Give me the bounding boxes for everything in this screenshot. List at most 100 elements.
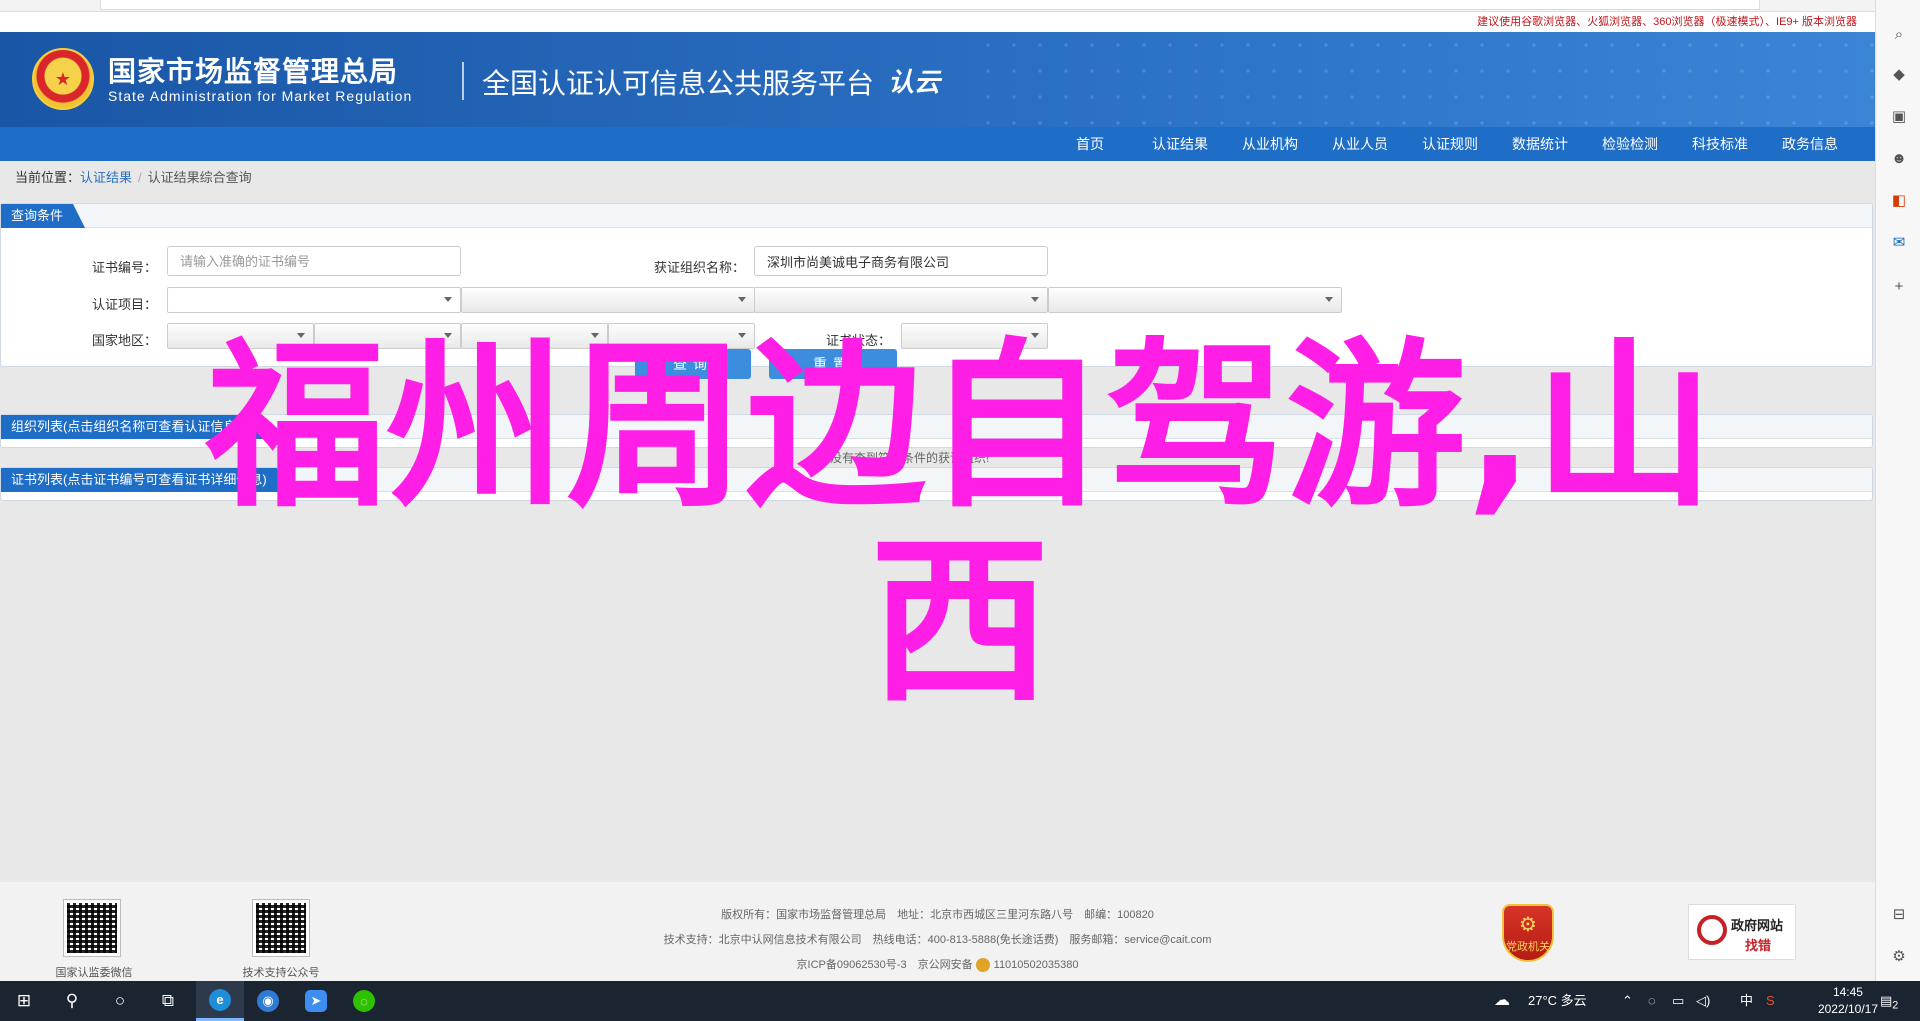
- nav-item-standards[interactable]: 科技标准: [1675, 127, 1765, 161]
- site-header: ★ 国家市场监督管理总局 State Administration for Ma…: [0, 32, 1875, 127]
- search-button[interactable]: 查询: [635, 349, 751, 379]
- volume-icon[interactable]: ◁): [1696, 981, 1710, 1021]
- chevron-down-icon: [1031, 333, 1039, 338]
- query-panel-tab: 查询条件: [1, 204, 85, 228]
- agency-name-cn: 国家市场监督管理总局: [108, 55, 399, 88]
- chevron-down-icon: [738, 297, 746, 302]
- sogou-ime-icon[interactable]: S: [1766, 981, 1775, 1021]
- task-view-icon[interactable]: ⧉: [144, 981, 192, 1021]
- settings-gear-icon[interactable]: ⚙: [1889, 946, 1909, 966]
- search-icon[interactable]: ⌕: [1889, 24, 1909, 44]
- tab-outline: [100, 0, 1760, 10]
- org-name-input[interactable]: [754, 246, 1048, 276]
- project-select-1[interactable]: [167, 287, 461, 313]
- nav-item-inspection[interactable]: 检验检测: [1585, 127, 1675, 161]
- party-gov-badge[interactable]: ⚙ 党政机关: [1502, 904, 1554, 962]
- site-footer: 国家认监委微信 技术支持公众号 版权所有：国家市场监督管理总局 地址：北京市西城…: [0, 882, 1875, 981]
- query-panel-header: 查询条件: [1, 204, 1872, 228]
- browser-recommendation-notice: 建议使用谷歌浏览器、火狐浏览器、360浏览器（极速模式）、IE9+ 版本浏览器: [0, 12, 1875, 32]
- nav-item-gov-info[interactable]: 政务信息: [1765, 127, 1855, 161]
- police-record-number[interactable]: 11010502035380: [994, 959, 1079, 971]
- office-icon[interactable]: ◧: [1889, 190, 1909, 210]
- browser-tab-strip: [0, 0, 1875, 12]
- notification-count: 2: [1892, 999, 1899, 1012]
- region-label: 国家地区：: [91, 333, 157, 348]
- windows-start-icon[interactable]: ⊞: [0, 981, 48, 1021]
- breadcrumb: 当前位置：认证结果 / 认证结果综合查询: [0, 161, 1875, 194]
- party-emblem-icon: ⚙: [1519, 914, 1537, 936]
- org-list-tab: 组织列表(点击组织名称可查看认证信息): [1, 415, 263, 439]
- footer-copyright: 版权所有：国家市场监督管理总局 地址：北京市西城区三里河东路八号 邮编：1008…: [721, 909, 1154, 921]
- region-select-1[interactable]: [167, 323, 314, 349]
- national-emblem-icon: ★: [32, 48, 94, 110]
- nav-item-rules[interactable]: 认证规则: [1405, 127, 1495, 161]
- police-badge-icon: [975, 958, 990, 973]
- wechat-icon[interactable]: ◌: [340, 981, 388, 1021]
- chevron-down-icon: [738, 333, 746, 338]
- org-name-label: 获证组织名称：: [653, 260, 745, 275]
- sidebar-toggle-icon[interactable]: ⊟: [1889, 904, 1909, 924]
- notification-icon[interactable]: ▤2: [1880, 981, 1898, 1021]
- header-divider: [462, 62, 464, 100]
- add-icon[interactable]: +: [1889, 276, 1909, 296]
- agency-name-en: State Administration for Market Regulati…: [108, 88, 413, 104]
- toolbox-icon[interactable]: ▣: [1889, 106, 1909, 126]
- chevron-down-icon: [591, 333, 599, 338]
- edge-browser-icon[interactable]: e: [196, 981, 244, 1021]
- footer-tech-support: 技术支持：北京中认网信息技术有限公司 热线电话：400-813-5888(免长途…: [663, 934, 1212, 946]
- search-icon[interactable]: ⚲: [48, 981, 96, 1021]
- weather-cloud-icon[interactable]: ☁: [1494, 981, 1510, 1021]
- cert-list-header: 证书列表(点击证书编号可查看证书详细信息): [1, 468, 1872, 492]
- project-select-2[interactable]: [461, 287, 755, 313]
- tag-icon[interactable]: ◆: [1889, 64, 1909, 84]
- weather-text[interactable]: 27°C 多云: [1528, 981, 1587, 1021]
- nav-item-home[interactable]: 首页: [1045, 127, 1135, 161]
- browser-sidebar: ⌕ ◆ ▣ ☻ ◧ ✉ + ⊟ ⚙: [1875, 0, 1920, 981]
- cert-no-input[interactable]: [167, 246, 461, 276]
- wechat-tray-icon[interactable]: ◌: [1648, 981, 1656, 1021]
- breadcrumb-prefix: 当前位置：: [15, 170, 81, 185]
- chevron-down-icon: [444, 297, 452, 302]
- network-icon[interactable]: ▭: [1672, 981, 1684, 1021]
- gov-badge-title: 政府网站: [1731, 918, 1784, 933]
- people-icon[interactable]: ☻: [1889, 148, 1909, 168]
- pin-app-icon[interactable]: ➤: [292, 981, 340, 1021]
- magnifier-icon: [1697, 915, 1727, 945]
- browser-app-icon[interactable]: ◉: [244, 981, 292, 1021]
- chevron-down-icon: [1031, 297, 1039, 302]
- wechat-logo: ◌: [353, 990, 375, 1012]
- browser-logo: ◉: [257, 990, 279, 1012]
- project-select-4[interactable]: [1048, 287, 1342, 313]
- tray-expand-icon[interactable]: ⌃: [1622, 981, 1633, 1021]
- nav-item-personnel[interactable]: 从业人员: [1315, 127, 1405, 161]
- page: 建议使用谷歌浏览器、火狐浏览器、360浏览器（极速模式）、IE9+ 版本浏览器 …: [0, 12, 1875, 981]
- nav-item-statistics[interactable]: 数据统计: [1495, 127, 1585, 161]
- query-panel: 查询条件 证书编号： 获证组织名称： 认证项目： 国家地区： 证书状态： 查询 …: [0, 203, 1873, 379]
- status-label: 证书状态：: [825, 333, 891, 348]
- region-select-3[interactable]: [461, 323, 608, 349]
- no-result-message: 没有查到符合条件的获证组织!: [830, 451, 990, 465]
- outlook-icon[interactable]: ✉: [1889, 232, 1909, 252]
- nav-item-cert-results[interactable]: 认证结果: [1135, 127, 1225, 161]
- breadcrumb-link-cert-results[interactable]: 认证结果: [80, 170, 132, 185]
- system-clock[interactable]: 14:45 2022/10/17: [1818, 984, 1878, 1018]
- region-select-2[interactable]: [314, 323, 461, 349]
- breadcrumb-separator: /: [138, 170, 142, 185]
- platform-logo: 认云: [888, 68, 941, 98]
- reset-button[interactable]: 重置: [769, 349, 897, 379]
- chevron-down-icon: [1325, 297, 1333, 302]
- cortana-icon[interactable]: ○: [96, 981, 144, 1021]
- gov-website-error-report-badge[interactable]: 政府网站 找错: [1688, 904, 1796, 960]
- project-select-3[interactable]: [754, 287, 1048, 313]
- footer-icp: 京ICP备09062530号-3 京公网安备 11010502035380: [0, 956, 1875, 973]
- ime-indicator[interactable]: 中: [1740, 981, 1753, 1021]
- party-badge-label: 党政机关: [1506, 941, 1550, 953]
- region-select-4[interactable]: [608, 323, 755, 349]
- status-select[interactable]: [901, 323, 1048, 349]
- nav-item-institutions[interactable]: 从业机构: [1225, 127, 1315, 161]
- main-nav: 首页 认证结果 从业机构 从业人员 认证规则 数据统计 检验检测 科技标准 政务…: [0, 127, 1875, 161]
- cert-no-label: 证书编号：: [91, 260, 157, 275]
- icp-text[interactable]: 京ICP备09062530号-3 京公网安备: [797, 959, 973, 971]
- org-list-panel: 组织列表(点击组织名称可查看认证信息): [0, 414, 1873, 448]
- chevron-down-icon: [444, 333, 452, 338]
